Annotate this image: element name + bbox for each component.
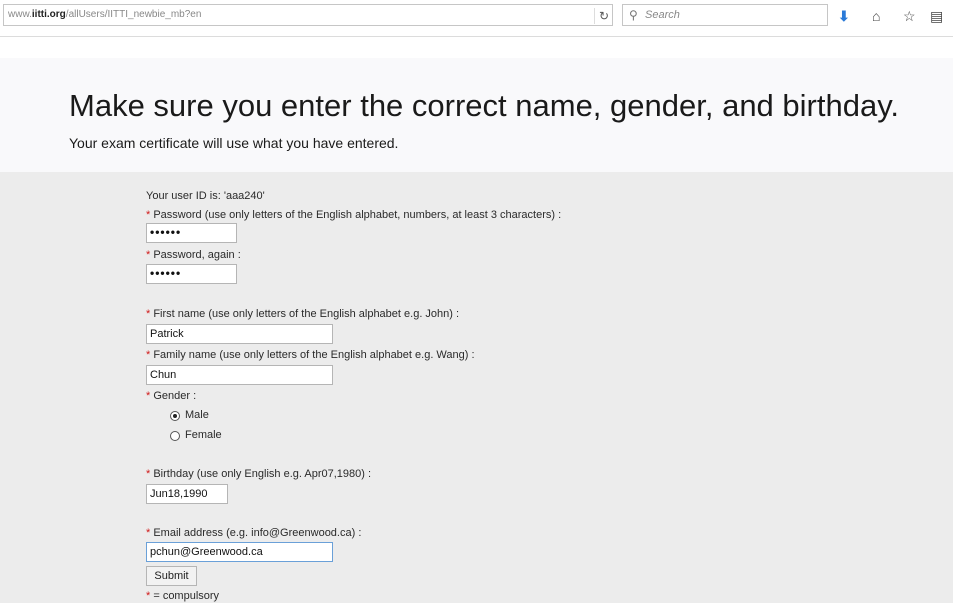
page-header: Make sure you enter the correct name, ge… <box>0 58 953 172</box>
first-name-field[interactable]: Patrick <box>146 324 333 344</box>
birthday-label: * Birthday (use only English e.g. Apr07,… <box>146 468 372 480</box>
reading-list-icon[interactable]: ▤ <box>930 8 943 25</box>
birthday-field[interactable]: Jun18,1990 <box>146 484 228 504</box>
submit-button[interactable]: Submit <box>146 566 197 586</box>
family-name-field[interactable]: Chun <box>146 365 333 385</box>
gender-male-label: Male <box>185 409 209 421</box>
bookmark-star-icon[interactable]: ☆ <box>903 8 916 25</box>
registration-form: Your user ID is: 'aaa240' * Password (us… <box>0 172 953 603</box>
user-id-text: Your user ID is: 'aaa240' <box>146 190 265 202</box>
gender-male-radio[interactable] <box>170 411 180 421</box>
browser-toolbar: www.iitti.org/allUsers/IITTI_newbie_mb?e… <box>0 0 953 37</box>
family-name-label: * Family name (use only letters of the E… <box>146 349 475 361</box>
search-placeholder: Search <box>645 9 680 21</box>
password-field[interactable]: •••••• <box>146 223 237 243</box>
page-subtitle: Your exam certificate will use what you … <box>69 135 399 151</box>
page-title: Make sure you enter the correct name, ge… <box>69 88 900 123</box>
password-label: * Password (use only letters of the Engl… <box>146 209 562 221</box>
gender-label: * Gender : <box>146 390 197 402</box>
download-icon[interactable]: ⬇ <box>838 8 850 25</box>
first-name-label: * First name (use only letters of the En… <box>146 308 460 320</box>
address-bar[interactable]: www.iitti.org/allUsers/IITTI_newbie_mb?e… <box>3 4 613 26</box>
password-again-label: * Password, again : <box>146 249 241 261</box>
password-again-field[interactable]: •••••• <box>146 264 237 284</box>
search-input[interactable]: ⚲ Search <box>622 4 828 26</box>
gender-female-label: Female <box>185 429 222 441</box>
reload-icon[interactable]: ↻ <box>594 8 613 24</box>
email-label: * Email address (e.g. info@Greenwood.ca)… <box>146 527 362 539</box>
search-icon: ⚲ <box>629 8 638 22</box>
url-text: www.iitti.org/allUsers/IITTI_newbie_mb?e… <box>8 9 202 20</box>
home-icon[interactable]: ⌂ <box>872 8 880 24</box>
compulsory-note: * = compulsory <box>146 590 220 602</box>
gender-female-radio[interactable] <box>170 431 180 441</box>
email-field[interactable]: pchun@Greenwood.ca <box>146 542 333 562</box>
